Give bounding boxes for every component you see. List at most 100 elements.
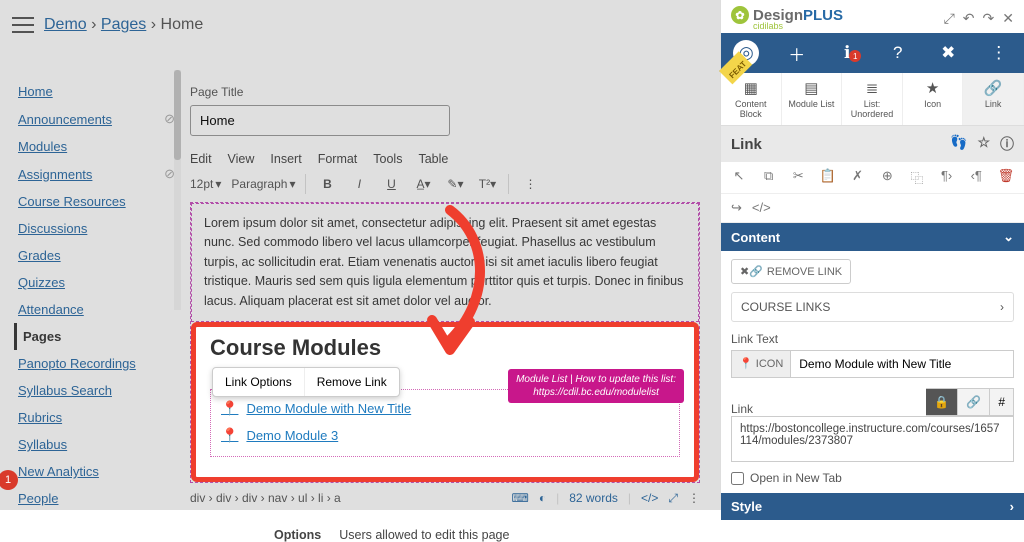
info-icon[interactable]: ⓘ [1000,134,1014,154]
module-link-3[interactable]: Demo Module 3 [246,428,338,443]
nav-people[interactable]: People [18,491,58,506]
fullscreen-icon[interactable]: ⤢ [668,491,678,506]
link-text-input[interactable] [790,350,1014,378]
superscript-button[interactable]: T²▾ [476,177,498,191]
icon-prefix[interactable]: 📍 ICON [731,350,790,378]
copy-icon[interactable]: ⧉ [759,168,779,187]
dom-path[interactable]: div › div › div › nav › ul › li › a [190,491,502,505]
keyboard-icon[interactable]: ⌨ [512,491,529,505]
tab-help-icon[interactable]: ? [880,43,916,63]
nav-attendance[interactable]: Attendance [18,302,84,317]
nav-new-analytics[interactable]: New Analytics [18,464,99,479]
link-icon[interactable]: 🔗 [958,388,990,416]
menu-edit[interactable]: Edit [190,152,212,166]
tool-link[interactable]: 🔗Link [963,73,1024,125]
menu-view[interactable]: View [228,152,255,166]
content-accordion-header[interactable]: Content [731,230,780,245]
pin-icon: 📍 [221,400,238,417]
nav-course-resources[interactable]: Course Resources [18,194,126,209]
tool-icon[interactable]: ★Icon [903,73,964,125]
nav-assignments[interactable]: Assignments [18,167,92,182]
footprints-icon[interactable]: 👣 [950,134,967,154]
options-label: Options [190,528,321,542]
lorem-paragraph[interactable]: Lorem ipsum dolor sit amet, consectetur … [191,203,699,322]
a11y-icon[interactable]: ◐ [539,491,546,505]
hash-icon[interactable]: # [990,388,1014,416]
paste-icon[interactable]: 📋 [818,168,838,187]
paragraph-style-select[interactable]: Paragraph▾ [231,177,295,191]
nav-announcements[interactable]: Announcements [18,112,112,127]
module-link-1[interactable]: Demo Module with New Title [246,401,411,416]
star-icon[interactable]: ☆ [977,134,990,154]
more-button[interactable]: ⋮ [519,177,541,191]
undo-icon[interactable]: ↶ [963,10,975,27]
rce-editor[interactable]: Lorem ipsum dolor sit amet, consectetur … [190,202,700,483]
tab-add-icon[interactable]: ＋ [779,41,815,66]
breadcrumb: Demo › Pages › Home [44,16,203,34]
remove-link-button-panel[interactable]: ✖🔗REMOVE LINK [731,259,851,284]
nav-quizzes[interactable]: Quizzes [18,275,65,290]
course-nav: Home Announcements⊘ Modules Assignments⊘… [14,78,179,512]
redo-small-icon[interactable]: ↪ [731,200,742,216]
duplicate-icon[interactable]: ⿻ [907,168,927,187]
tool-module-list[interactable]: ▤Module List [782,73,843,125]
editor-toolbar: 12pt▾ Paragraph▾ B I U A̲▾ ✎▾ T²▾ ⋮ [190,174,700,194]
highlight-button[interactable]: ✎▾ [444,177,466,191]
lock-icon[interactable]: 🔒 [926,388,958,416]
nav-pages[interactable]: Pages [23,329,61,344]
menu-insert[interactable]: Insert [270,152,301,166]
para-ltr-icon[interactable]: ¶› [937,168,957,187]
pin-icon: 📍 [221,427,238,444]
cut-icon[interactable]: ✂ [788,168,808,187]
nav-rubrics[interactable]: Rubrics [18,410,62,425]
link-label: Link [731,402,753,416]
link-text-label: Link Text [731,332,1014,346]
nav-discussions[interactable]: Discussions [18,221,87,236]
close-icon[interactable]: ✕ [1002,10,1014,27]
breadcrumb-pages[interactable]: Pages [101,16,146,33]
nav-panopto[interactable]: Panopto Recordings [18,356,136,371]
link-options-button[interactable]: Link Options [213,368,305,396]
hamburger-menu-icon[interactable] [12,17,34,33]
italic-button[interactable]: I [348,177,370,191]
font-size-select[interactable]: 12pt▾ [190,177,221,191]
nav-syllabus-search[interactable]: Syllabus Search [18,383,112,398]
breadcrumb-demo[interactable]: Demo [44,16,87,33]
style-accordion-header[interactable]: Style [731,499,762,514]
nav-home[interactable]: Home [18,84,53,99]
text-color-button[interactable]: A̲▾ [412,177,434,191]
tab-a11y-icon[interactable]: ℹ1 [829,43,865,63]
nav-modules[interactable]: Modules [18,139,67,154]
strike-icon[interactable]: ✗ [848,168,868,187]
tool-list-unordered[interactable]: ≣List: Unordered [842,73,903,125]
course-links-accordion[interactable]: COURSE LINKS› [731,292,1014,322]
expand-icon[interactable]: ⤢ [944,10,955,27]
page-title-label: Page Title [190,85,700,99]
menu-format[interactable]: Format [318,152,358,166]
code-icon[interactable]: </> [752,200,771,216]
tab-more-icon[interactable]: ⋮ [981,43,1017,63]
remove-link-button[interactable]: Remove Link [305,368,399,396]
trash-icon[interactable]: 🗑 [996,168,1016,187]
link-url-input[interactable] [731,416,1014,462]
resize-handle-icon[interactable]: ⋮ [688,491,700,505]
options-value: Users allowed to edit this page [339,528,509,542]
underline-button[interactable]: U [380,177,402,191]
bold-button[interactable]: B [316,177,338,191]
page-title-input[interactable] [190,105,450,136]
menu-table[interactable]: Table [418,152,448,166]
para-rtl-icon[interactable]: ‹¶ [966,168,986,187]
cursor-icon[interactable]: ↖ [729,168,749,187]
add-circle-icon[interactable]: ⊕ [877,168,897,187]
menu-tools[interactable]: Tools [373,152,402,166]
nav-scrollbar[interactable] [174,70,181,310]
course-modules-block: Course Modules Link Options Remove Link … [191,322,699,482]
designplus-panel: ✿ DesignPLUS cidilabs ⤢ ↶ ↷ ✕ ◎ ＋ ℹ1 ? ✖… [720,0,1024,510]
open-new-tab-checkbox[interactable]: Open in New Tab [731,471,1014,485]
nav-grades[interactable]: Grades [18,248,61,263]
redo-icon[interactable]: ↷ [983,10,995,27]
html-view-icon[interactable]: </> [641,491,658,505]
tab-tools-icon[interactable]: ✖ [930,43,966,63]
word-count[interactable]: 82 words [569,491,618,505]
nav-syllabus[interactable]: Syllabus [18,437,67,452]
